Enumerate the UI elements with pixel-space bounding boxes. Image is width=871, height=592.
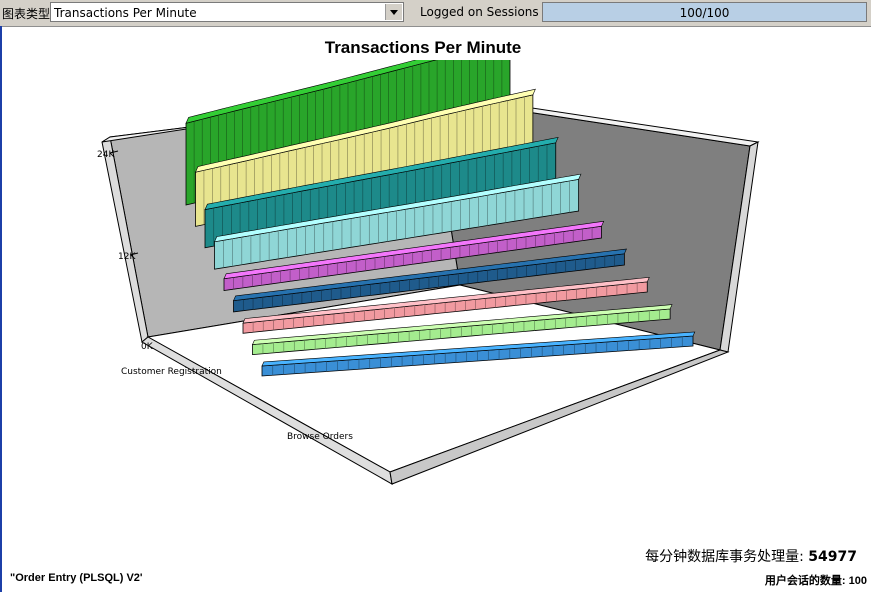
y-tick-label: 0K xyxy=(141,342,154,352)
tpm-value: 54977 xyxy=(808,549,857,565)
chart-type-label: 图表类型 xyxy=(2,7,51,21)
chevron-down-icon[interactable] xyxy=(385,4,402,20)
sessions-progress-text: 100/100 xyxy=(679,6,730,20)
category-label: Customer Registration xyxy=(121,367,222,377)
y-tick-label: 12K xyxy=(118,252,136,262)
category-label: Browse Orders xyxy=(287,432,353,442)
workload-name: "Order Entry (PLSQL) V2' xyxy=(10,572,143,584)
tpm-label: 每分钟数据库事务处理量: xyxy=(645,549,809,565)
session-count-readout: 用户会话的数量: 100 xyxy=(765,572,867,588)
y-tick-label: 24K xyxy=(97,150,115,160)
session-count-label: 用户会话的数量: xyxy=(764,575,849,587)
chart-type-select[interactable]: Transactions Per Minute xyxy=(50,2,404,22)
tpm-3d-chart: 24K 12K 0K Customer Registration Browse … xyxy=(97,60,760,485)
chart-title: Transactions Per Minute xyxy=(324,38,522,57)
toolbar: 图表类型 Transactions Per Minute Logged on S… xyxy=(0,0,871,27)
tpm-readout: 每分钟数据库事务处理量: 54977 xyxy=(645,546,857,566)
sessions-progress-bar: 100/100 xyxy=(542,2,867,22)
session-count-value: 100 xyxy=(848,575,867,587)
chart-type-selected-value: Transactions Per Minute xyxy=(54,6,197,20)
logged-sessions-label: Logged on Sessions xyxy=(420,5,539,19)
